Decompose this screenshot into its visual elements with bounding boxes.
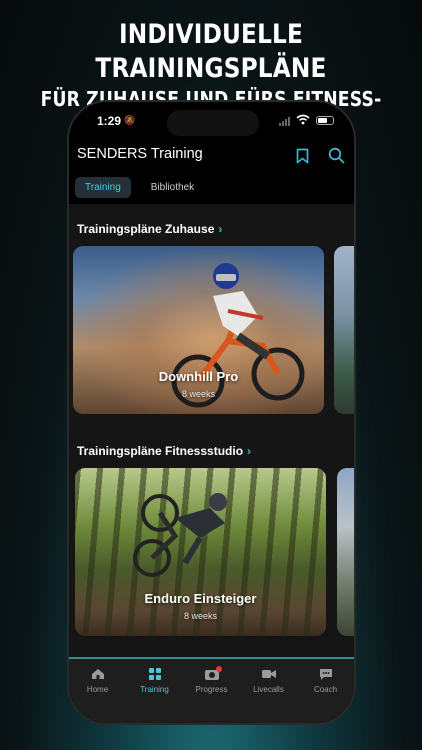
app-title: SENDERS Training [77,146,203,162]
chat-icon [319,669,332,680]
search-icon[interactable] [328,147,345,164]
plan-card-downhill-pro[interactable]: Downhill Pro 8 weeks [73,246,324,414]
tabbar-label: Coach [313,685,338,694]
chevron-right-icon: › [218,222,223,236]
section-title-label: Trainingspläne Zuhause [77,222,215,236]
phone-frame: 1:29 🔕 SENDERS Training Training Bibliot… [67,100,356,725]
tabbar-item-progress[interactable]: Progress [187,666,237,723]
tabbar-label: Livecalls [253,685,284,694]
mountain-biker-illustration [171,263,305,408]
tabbar-label: Home [86,685,109,694]
plan-card-enduro-einsteiger[interactable]: Enduro Einsteiger 8 weeks [75,468,326,636]
section-title-zuhause[interactable]: Trainingspläne Zuhause › [77,222,222,236]
section-title-fitnessstudio[interactable]: Trainingspläne Fitnessstudio › [77,444,251,458]
dynamic-island [167,110,259,136]
video-icon [261,670,276,678]
silent-bell-icon: 🔕 [124,115,136,125]
section-title-label: Trainingspläne Fitnessstudio [77,444,244,458]
tabbar-label: Training [140,685,169,694]
tab-bibliothek[interactable]: Bibliothek [141,177,204,198]
grid-icon [148,668,161,680]
status-bar: 1:29 🔕 [69,102,354,142]
tabbar-item-livecalls[interactable]: Livecalls [244,668,294,723]
tabbar-item-home[interactable]: Home [73,668,123,723]
bottom-tab-bar: Home Training Progress Livecalls Coach [69,659,354,723]
plan-card-title: Downhill Pro [158,369,239,384]
chevron-right-icon: › [247,444,252,458]
tabbar-item-coach[interactable]: Coach [301,668,351,723]
segment-tabs: Training Bibliothek [75,177,204,198]
wifi-icon [296,114,310,125]
signal-icon [279,117,290,126]
tab-training[interactable]: Training [75,177,131,198]
tabbar-item-training[interactable]: Training [130,668,180,723]
bookmark-icon[interactable] [296,148,309,164]
mountain-biker-illustration [133,493,227,577]
battery-icon [316,116,334,125]
headline-line-1: INDIVIDUELLE TRAININGSPLÄNE [95,19,327,84]
plan-card-duration: 8 weeks [181,389,216,399]
home-icon [91,669,104,679]
plan-card-title: Enduro Einsteiger [144,591,257,606]
main-content: Trainingspläne Zuhause › Downhill Pro 8 w… [69,204,354,659]
plan-card-next[interactable] [337,468,354,636]
plan-card-next[interactable] [334,246,354,414]
plan-card-duration: 8 weeks [183,611,218,621]
notification-badge [215,666,222,672]
status-time: 1:29 [97,114,122,128]
tabbar-label: Progress [195,685,228,694]
